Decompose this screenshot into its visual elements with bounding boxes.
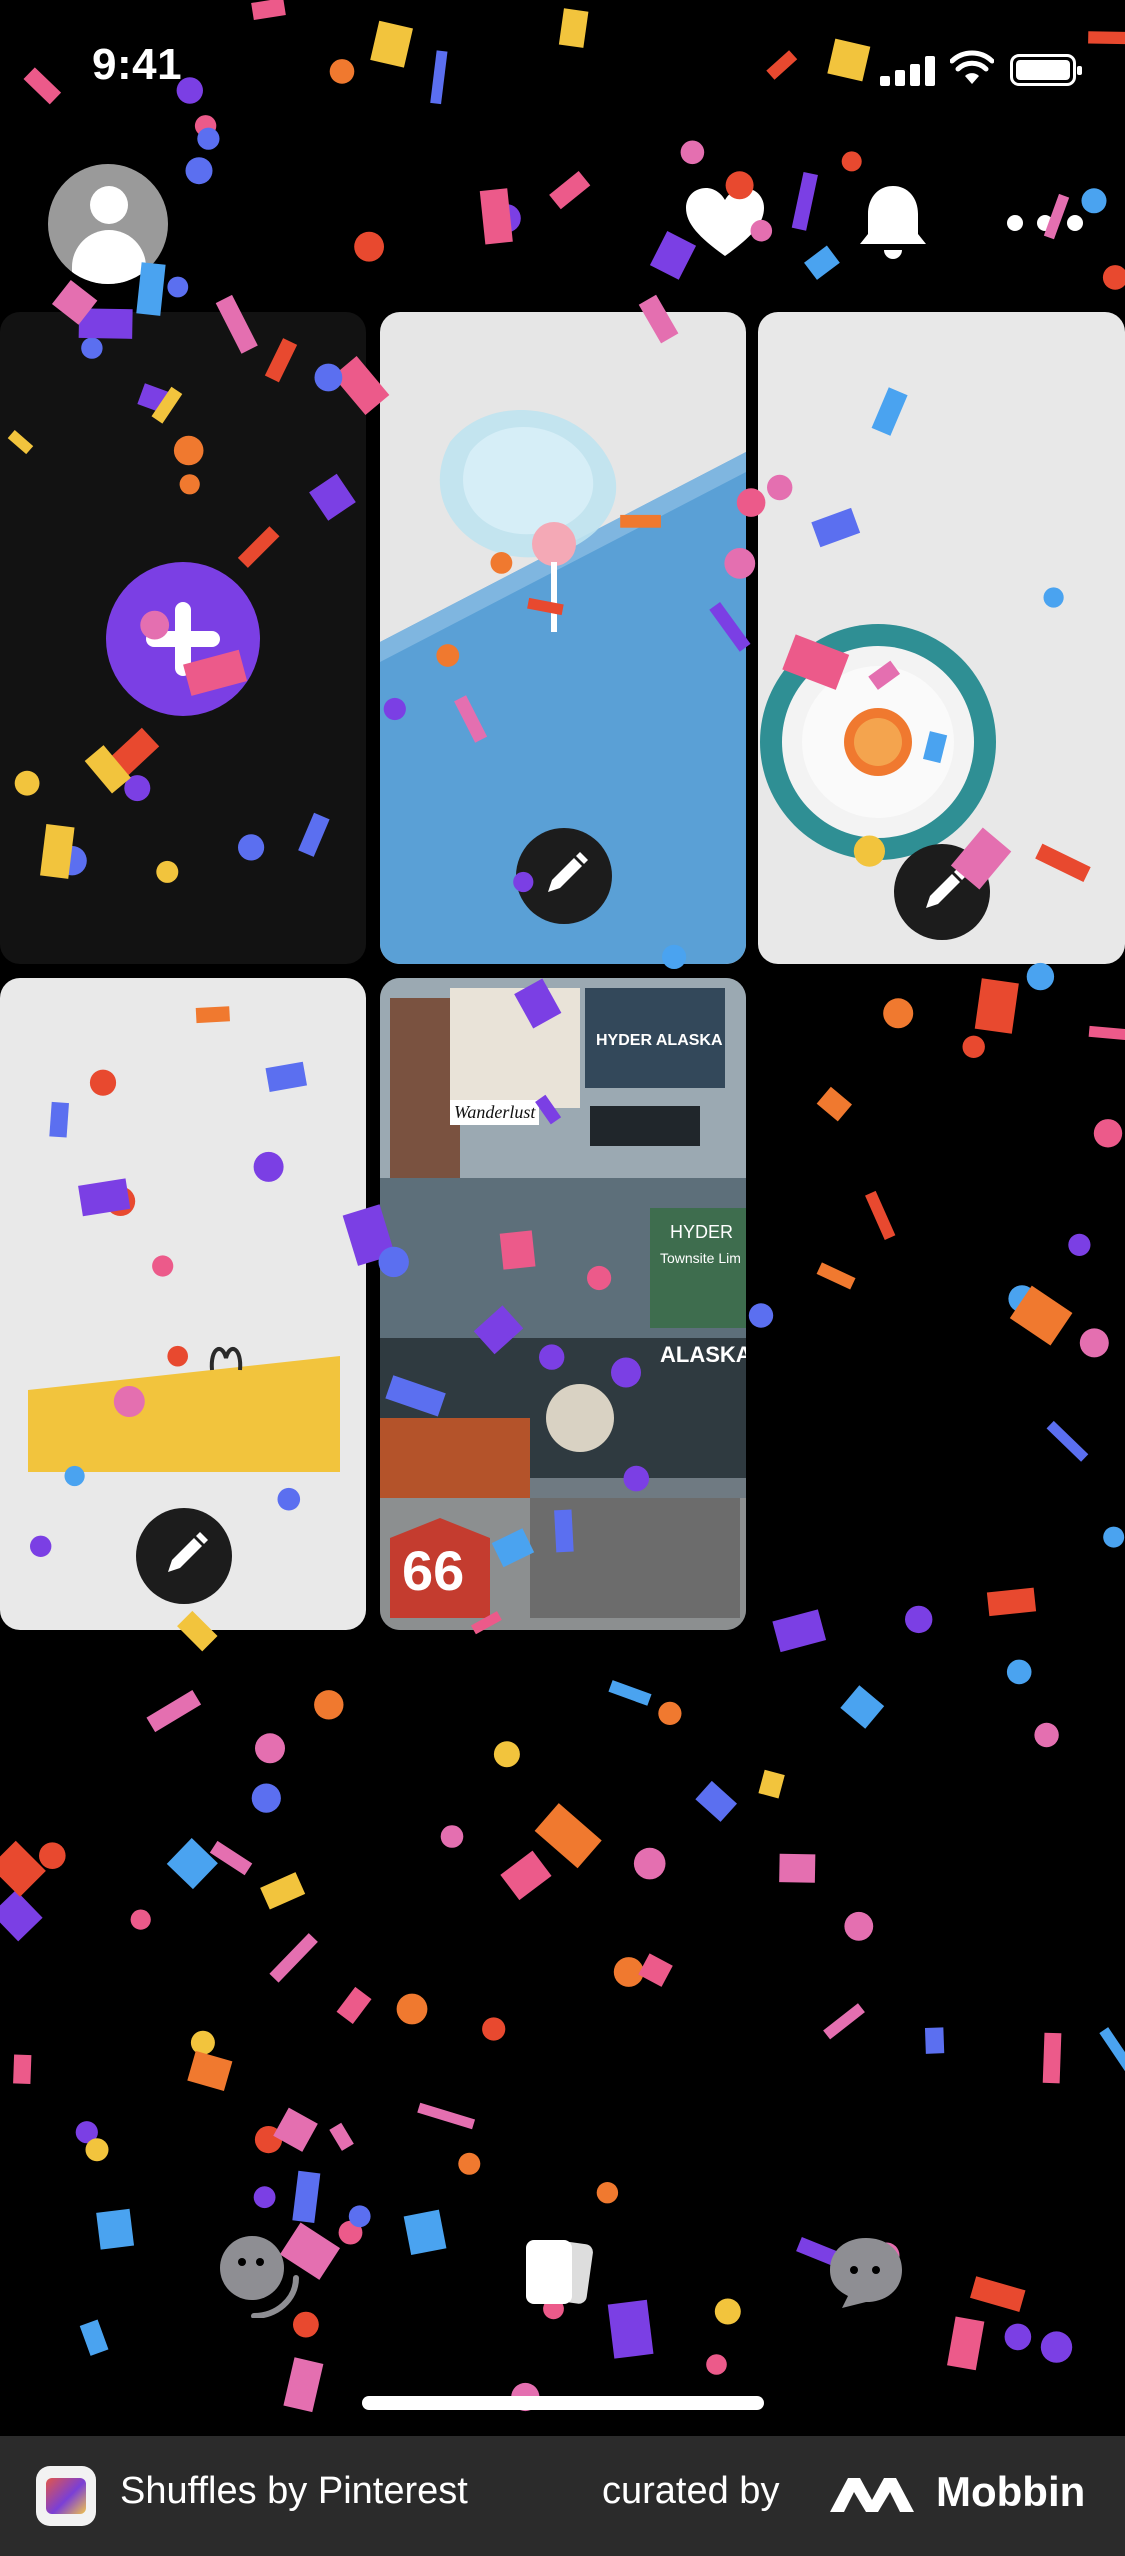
user-avatar-icon[interactable] (48, 164, 168, 284)
curated-by-label: curated by (602, 2470, 780, 2512)
create-new-tile[interactable] (0, 312, 366, 964)
cellular-signal-icon (880, 56, 936, 86)
pencil-icon[interactable] (894, 844, 990, 940)
mobbin-footer: Shuffles by Pinterest curated by Mobbin (0, 2436, 1125, 2556)
more-icon[interactable] (1000, 178, 1090, 268)
home-indicator[interactable] (362, 2396, 764, 2410)
hyder-sign-label: HYDER (670, 1222, 734, 1242)
bell-icon[interactable] (848, 178, 938, 268)
townsite-sign-label: Townsite Lim (660, 1250, 741, 1266)
alaska-label: ALASKA (660, 1342, 746, 1367)
route-66-label: 66 (402, 1539, 465, 1602)
wanderlust-label: Wanderlust (450, 1100, 540, 1125)
pencil-icon[interactable] (516, 828, 612, 924)
plus-icon[interactable] (106, 562, 260, 716)
yellow-chair-tile[interactable] (0, 978, 366, 1630)
grapefruit-plate-tile[interactable] (758, 312, 1125, 964)
travel-collage-image (380, 978, 746, 1630)
status-bar: 9:41 (0, 0, 1125, 140)
chat-icon[interactable] (820, 2228, 910, 2318)
wifi-icon (950, 50, 994, 84)
shuffles-home-icon[interactable] (516, 2228, 606, 2318)
emoji-icon[interactable] (214, 2228, 304, 2318)
hyder-alaska-label: HYDER ALASKA (596, 1032, 723, 1049)
battery-icon (1010, 54, 1082, 86)
lollipop-collage-tile[interactable] (380, 312, 746, 964)
mobbin-brand-label: Mobbin (936, 2468, 1086, 2515)
status-time: 9:41 (92, 40, 183, 89)
shuffles-app-icon (36, 2466, 96, 2526)
pencil-icon[interactable] (136, 1508, 232, 1604)
travel-collage-tile[interactable]: Wanderlust HYDER ALASKA HYDER Townsite L… (380, 978, 746, 1630)
mobbin-logo-icon (830, 2478, 914, 2512)
heart-icon[interactable] (680, 178, 770, 268)
app-name-label: Shuffles by Pinterest (120, 2470, 468, 2512)
